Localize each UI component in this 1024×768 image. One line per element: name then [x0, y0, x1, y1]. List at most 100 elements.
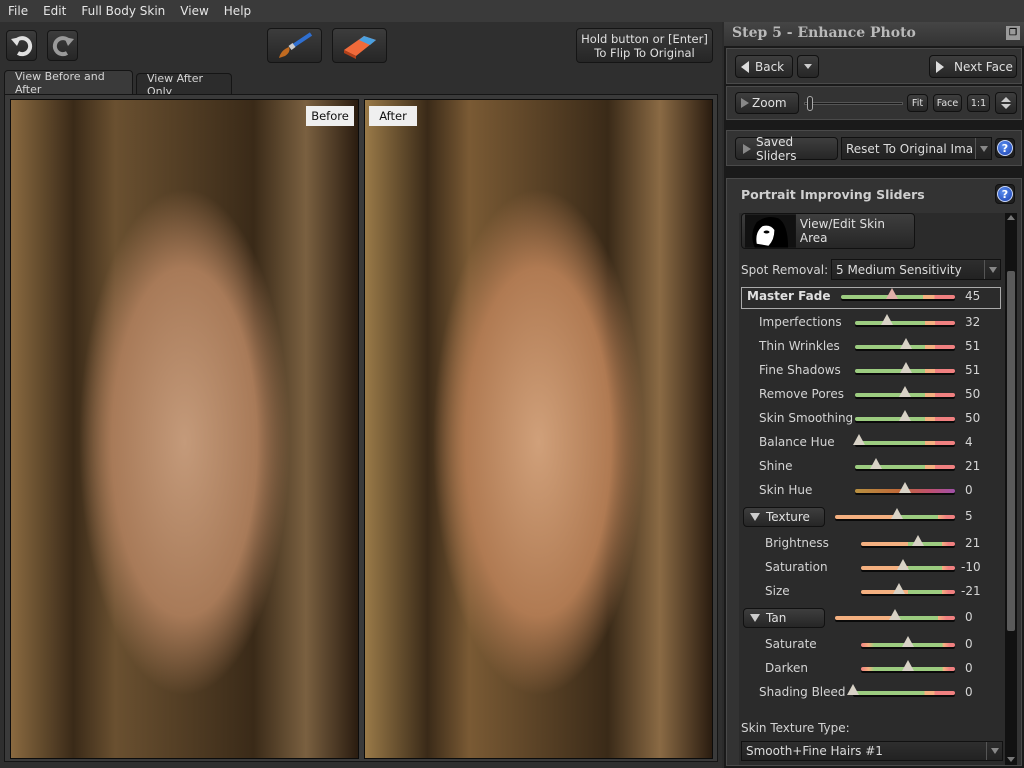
slider-row-texture: Texture 5 [739, 507, 1005, 535]
spot-removal-select[interactable]: 5 Medium Sensitivity [831, 259, 1001, 280]
view-edit-skin-area-button[interactable]: View/Edit Skin Area [741, 213, 915, 249]
slider-handle-fine-shadows[interactable] [900, 362, 912, 373]
saved-sliders-value: Reset To Original Ima [846, 141, 974, 156]
slider-label: Master Fade [747, 289, 831, 303]
flip-line-2: To Flip To Original [594, 46, 695, 60]
texture-group-toggle[interactable]: Texture [743, 507, 825, 527]
slider-label: Remove Pores [759, 387, 844, 401]
slider-handle-skin-smoothing[interactable] [899, 410, 911, 421]
step-title-bar: Step 5 - Enhance Photo ❐ [724, 22, 1024, 46]
zoom-panel: Zoom Fit Face 1:1 [726, 86, 1022, 120]
slider-handle-remove-pores[interactable] [899, 386, 911, 397]
slider-label: Darken [765, 661, 809, 675]
slider-handle-saturate[interactable] [902, 636, 914, 647]
zoom-button[interactable]: Zoom [735, 92, 799, 114]
slider-value: 5 [965, 509, 973, 523]
back-dropdown-button[interactable] [797, 55, 819, 78]
step-title: Step 5 - Enhance Photo [732, 25, 916, 41]
workspace: Hold button or [Enter] To Flip To Origin… [0, 22, 722, 768]
slider-track-imperfections[interactable] [855, 321, 955, 325]
slider-handle-darken[interactable] [902, 660, 914, 671]
slider-handle-thin-wrinkles[interactable] [900, 338, 912, 349]
slider-handle-shading-bleed[interactable] [847, 684, 859, 695]
saved-sliders-help-button[interactable]: ? [995, 138, 1015, 158]
sliders-help-button[interactable]: ? [995, 184, 1015, 204]
menu-edit[interactable]: Edit [35, 4, 73, 18]
slider-handle-tan[interactable] [889, 609, 901, 620]
saved-sliders-button[interactable]: Saved Sliders [735, 134, 838, 163]
back-button[interactable]: Back [735, 55, 793, 78]
restore-window-icon[interactable]: ❐ [1006, 26, 1020, 40]
saved-sliders-select[interactable]: Reset To Original Ima [841, 137, 992, 160]
slider-row-skin-hue: Skin Hue 0 [739, 482, 1005, 509]
menu-help[interactable]: Help [216, 4, 258, 18]
dropdown-arrow-icon [975, 138, 991, 159]
slider-handle-size[interactable] [892, 583, 905, 594]
redo-button[interactable] [47, 30, 78, 61]
navigation-panel: Back Next Face [726, 48, 1022, 84]
scrollbar-thumb[interactable] [1007, 271, 1015, 631]
after-photo[interactable]: After [364, 99, 713, 759]
menu-file[interactable]: File [0, 4, 35, 18]
dropdown-arrow-icon [984, 260, 1000, 279]
slider-handle-balance-hue[interactable] [853, 434, 865, 445]
zoom-fit-button[interactable]: Fit [907, 94, 928, 112]
slider-row-tan: Tan 0 [739, 608, 1005, 636]
slider-row-brightness: Brightness 21 [739, 535, 1005, 562]
tan-group-toggle[interactable]: Tan [743, 608, 825, 628]
tab-view-before-after[interactable]: View Before and After [4, 70, 133, 96]
zoom-face-button[interactable]: Face [933, 94, 962, 112]
paintbrush-icon [278, 31, 312, 58]
zoom-stepper-button[interactable] [995, 92, 1017, 114]
slider-label: Skin Hue [759, 483, 813, 497]
zoom-1to1-button[interactable]: 1:1 [967, 94, 990, 112]
slider-value: 0 [965, 661, 973, 675]
before-photo[interactable]: Before [10, 99, 359, 759]
undo-button[interactable] [6, 30, 37, 61]
slider-track-balance-hue[interactable] [855, 441, 955, 445]
slider-handle-shine[interactable] [870, 458, 882, 469]
eraser-tool-button[interactable] [332, 28, 387, 63]
slider-value: 21 [965, 536, 981, 550]
slider-track-size[interactable] [861, 590, 955, 594]
help-icon: ? [997, 186, 1013, 202]
menu-full-body-skin[interactable]: Full Body Skin [73, 4, 172, 18]
slider-value: 51 [965, 339, 981, 353]
zoom-slider-handle[interactable] [806, 96, 813, 111]
slider-handle-brightness[interactable] [912, 535, 925, 546]
slider-track-shading-bleed[interactable] [853, 691, 955, 695]
sliders-scrollbar[interactable] [1005, 213, 1017, 765]
slider-value: 0 [965, 483, 973, 497]
menu-view[interactable]: View [172, 4, 215, 18]
slider-value: 32 [965, 315, 981, 329]
slider-value: 21 [965, 459, 981, 473]
slider-label: Saturation [765, 560, 828, 574]
slider-handle-saturation[interactable] [897, 559, 910, 570]
dropdown-arrow-icon [986, 742, 1002, 760]
tab-view-after-only[interactable]: View After Only [136, 72, 232, 98]
slider-label: Balance Hue [759, 435, 835, 449]
zoom-label: Zoom [752, 96, 787, 110]
slider-handle-master-fade[interactable] [886, 288, 899, 299]
scroll-up-icon[interactable] [1007, 215, 1015, 220]
flip-line-1: Hold button or [Enter] [581, 32, 708, 46]
brush-tool-button[interactable] [267, 28, 322, 63]
next-arrow-icon [936, 60, 944, 73]
after-label: After [369, 106, 417, 126]
scroll-down-icon[interactable] [1007, 757, 1015, 762]
face-silhouette-icon [745, 214, 796, 248]
next-face-button[interactable]: Next Face [929, 55, 1017, 78]
saved-sliders-label: Saved Sliders [756, 134, 797, 163]
slider-label: Shine [759, 459, 793, 473]
slider-value: 0 [965, 637, 973, 651]
before-photo-image [11, 100, 358, 758]
skin-texture-select[interactable]: Smooth+Fine Hairs #1 [741, 741, 1003, 761]
slider-handle-skin-hue[interactable] [899, 482, 911, 493]
slider-handle-imperfections[interactable] [881, 314, 893, 325]
tab-label: View Before and After [15, 70, 105, 96]
slider-track-brightness[interactable] [861, 542, 955, 546]
flip-to-original-button[interactable]: Hold button or [Enter] To Flip To Origin… [576, 28, 713, 63]
next-face-label: Next Face [954, 59, 1013, 74]
slider-handle-texture[interactable] [891, 508, 904, 519]
zoom-slider[interactable] [804, 96, 903, 111]
